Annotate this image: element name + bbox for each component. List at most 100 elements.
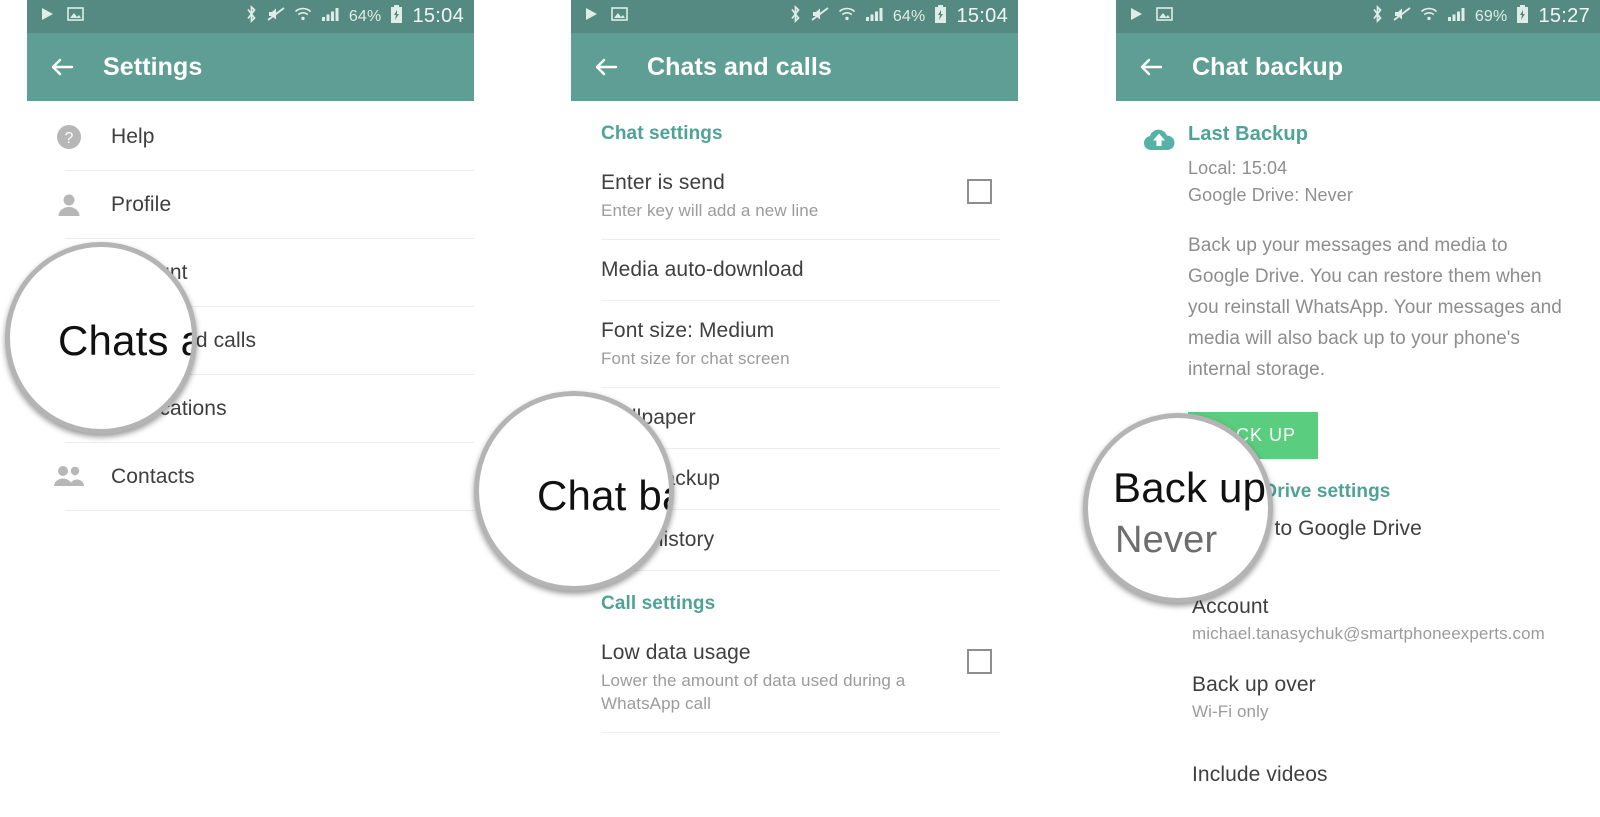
setting-include-videos[interactable]: Include videos	[1192, 737, 1574, 801]
setting-title: Wallpaper	[601, 405, 696, 429]
sidebar-item-help[interactable]: ? Help	[27, 103, 474, 170]
play-icon	[583, 6, 599, 27]
magnifier-callout-chats-and-calls: Chats a	[5, 242, 197, 434]
status-bar-left	[583, 6, 628, 27]
magnifier-text: Chats a	[58, 317, 197, 364]
status-bar-right: 64% 15:04	[245, 4, 464, 29]
setting-title: Include videos	[1192, 763, 1328, 787]
contacts-icon	[27, 462, 111, 492]
back-arrow-icon[interactable]	[47, 52, 77, 82]
setting-texts: Include videos	[1192, 763, 1574, 787]
setting-subtitle: Lower the amount of data used during a W…	[601, 671, 906, 714]
mute-icon	[811, 6, 829, 27]
setting-low-data-usage[interactable]: Low data usage Lower the amount of data …	[571, 623, 1018, 732]
setting-title: Enter is send	[601, 171, 725, 194]
status-bar: 64% 15:04	[27, 0, 474, 33]
sidebar-item-profile[interactable]: Profile	[27, 171, 474, 238]
sidebar-item-label: Help	[111, 124, 155, 148]
app-bar: Chats and calls	[571, 33, 1018, 101]
phone-panel-chat-backup: 69% 15:27 Chat backup Last Backup Local:…	[1116, 0, 1600, 817]
checkbox-enter-is-send[interactable]	[967, 179, 992, 204]
last-backup-texts: Last Backup Local: 15:04 Google Drive: N…	[1188, 123, 1574, 459]
battery-charging-icon	[934, 4, 947, 29]
mute-icon	[267, 6, 285, 27]
setting-subtitle: Enter key will add a new line	[601, 201, 819, 221]
setting-media-auto-download[interactable]: Media auto-download	[571, 240, 1018, 300]
section-header-chat-settings: Chat settings	[601, 123, 723, 144]
page-title: Chats and calls	[647, 52, 832, 81]
image-icon	[611, 6, 628, 27]
cloud-upload-icon	[1142, 123, 1188, 459]
page-title: Settings	[103, 52, 203, 81]
magnifier-text: Chat ba	[537, 472, 674, 519]
image-icon	[1156, 6, 1173, 27]
setting-title: Low data usage	[601, 641, 751, 665]
setting-back-up-over[interactable]: Back up over Wi-Fi only	[1192, 659, 1574, 737]
signal-icon	[865, 6, 884, 27]
svg-text:?: ?	[65, 130, 74, 147]
setting-account[interactable]: Account michael.tanasychuk@smartphoneexp…	[1192, 581, 1574, 659]
app-bar: Chat backup	[1116, 33, 1600, 101]
last-backup-drive: Google Drive: Never	[1188, 185, 1353, 205]
play-icon	[1128, 6, 1144, 27]
play-icon	[39, 6, 55, 27]
magnifier-subtext: Never	[1115, 519, 1218, 561]
setting-texts: Low data usage Lower the amount of data …	[601, 639, 949, 716]
setting-title: Font size: Medium	[601, 319, 775, 343]
divider	[601, 731, 1000, 733]
clock: 15:04	[412, 5, 464, 27]
signal-icon	[321, 6, 340, 27]
last-backup-title: Last Backup	[1188, 123, 1309, 145]
setting-title: Account	[1192, 594, 1269, 618]
divider	[65, 510, 474, 511]
status-bar: 69% 15:27	[1116, 0, 1600, 33]
status-bar-left	[39, 6, 84, 27]
magnifier-text: Back up	[1113, 464, 1267, 511]
page-title: Chat backup	[1192, 52, 1344, 81]
bluetooth-icon	[789, 4, 802, 28]
setting-texts: Enter is send Enter key will add a new l…	[601, 169, 949, 223]
profile-icon	[27, 190, 111, 220]
setting-texts: Media auto-download	[601, 256, 992, 284]
help-icon: ?	[27, 122, 111, 152]
last-backup-description: Back up your messages and media to Googl…	[1188, 235, 1562, 380]
clock: 15:04	[956, 5, 1008, 27]
setting-subtitle: Font size for chat screen	[601, 349, 790, 369]
status-bar-right: 69% 15:27	[1371, 4, 1590, 29]
setting-title: Back up over	[1192, 673, 1316, 697]
status-bar: 64% 15:04	[571, 0, 1018, 33]
mute-icon	[1393, 6, 1411, 27]
battery-percent: 69%	[1474, 7, 1508, 25]
bluetooth-icon	[1371, 4, 1384, 28]
battery-percent: 64%	[892, 7, 926, 25]
section-header-call-settings: Call settings	[601, 593, 716, 615]
battery-charging-icon	[390, 4, 403, 29]
setting-texts: Font size: Medium Font size for chat scr…	[601, 317, 992, 371]
clock: 15:27	[1538, 5, 1590, 27]
setting-texts: Wallpaper	[601, 404, 992, 432]
back-arrow-icon[interactable]	[591, 52, 621, 82]
app-bar: Settings	[27, 33, 474, 101]
sidebar-item-contacts[interactable]: Contacts	[27, 443, 474, 510]
signal-icon	[1447, 6, 1466, 27]
setting-font-size[interactable]: Font size: Medium Font size for chat scr…	[571, 301, 1018, 387]
image-icon	[67, 6, 84, 27]
setting-title: Media auto-download	[601, 257, 804, 281]
bluetooth-icon	[245, 4, 258, 28]
setting-subtitle: Wi-Fi only	[1192, 702, 1269, 722]
magnifier-callout-back-up: Back up Never	[1083, 413, 1273, 603]
screenshot-stage: 64% 15:04 Settings ? Help Profile calls …	[0, 0, 1600, 817]
status-bar-left	[1128, 6, 1173, 27]
battery-charging-icon	[1516, 4, 1529, 29]
sidebar-item-label: Profile	[111, 192, 172, 216]
magnifier-callout-chat-backup: Chat ba	[474, 391, 674, 591]
battery-percent: 64%	[348, 7, 382, 25]
back-arrow-icon[interactable]	[1136, 52, 1166, 82]
status-bar-right: 64% 15:04	[789, 4, 1008, 29]
checkbox-low-data-usage[interactable]	[967, 649, 992, 675]
phone-panel-chats-and-calls: 64% 15:04 Chats and calls Chat settings …	[571, 0, 1018, 817]
setting-subtitle: michael.tanasychuk@smartphoneexperts.com	[1192, 623, 1545, 643]
last-backup-local: Local: 15:04	[1188, 158, 1288, 178]
last-backup-block: Last Backup Local: 15:04 Google Drive: N…	[1116, 101, 1600, 459]
setting-enter-is-send[interactable]: Enter is send Enter key will add a new l…	[571, 153, 1018, 239]
